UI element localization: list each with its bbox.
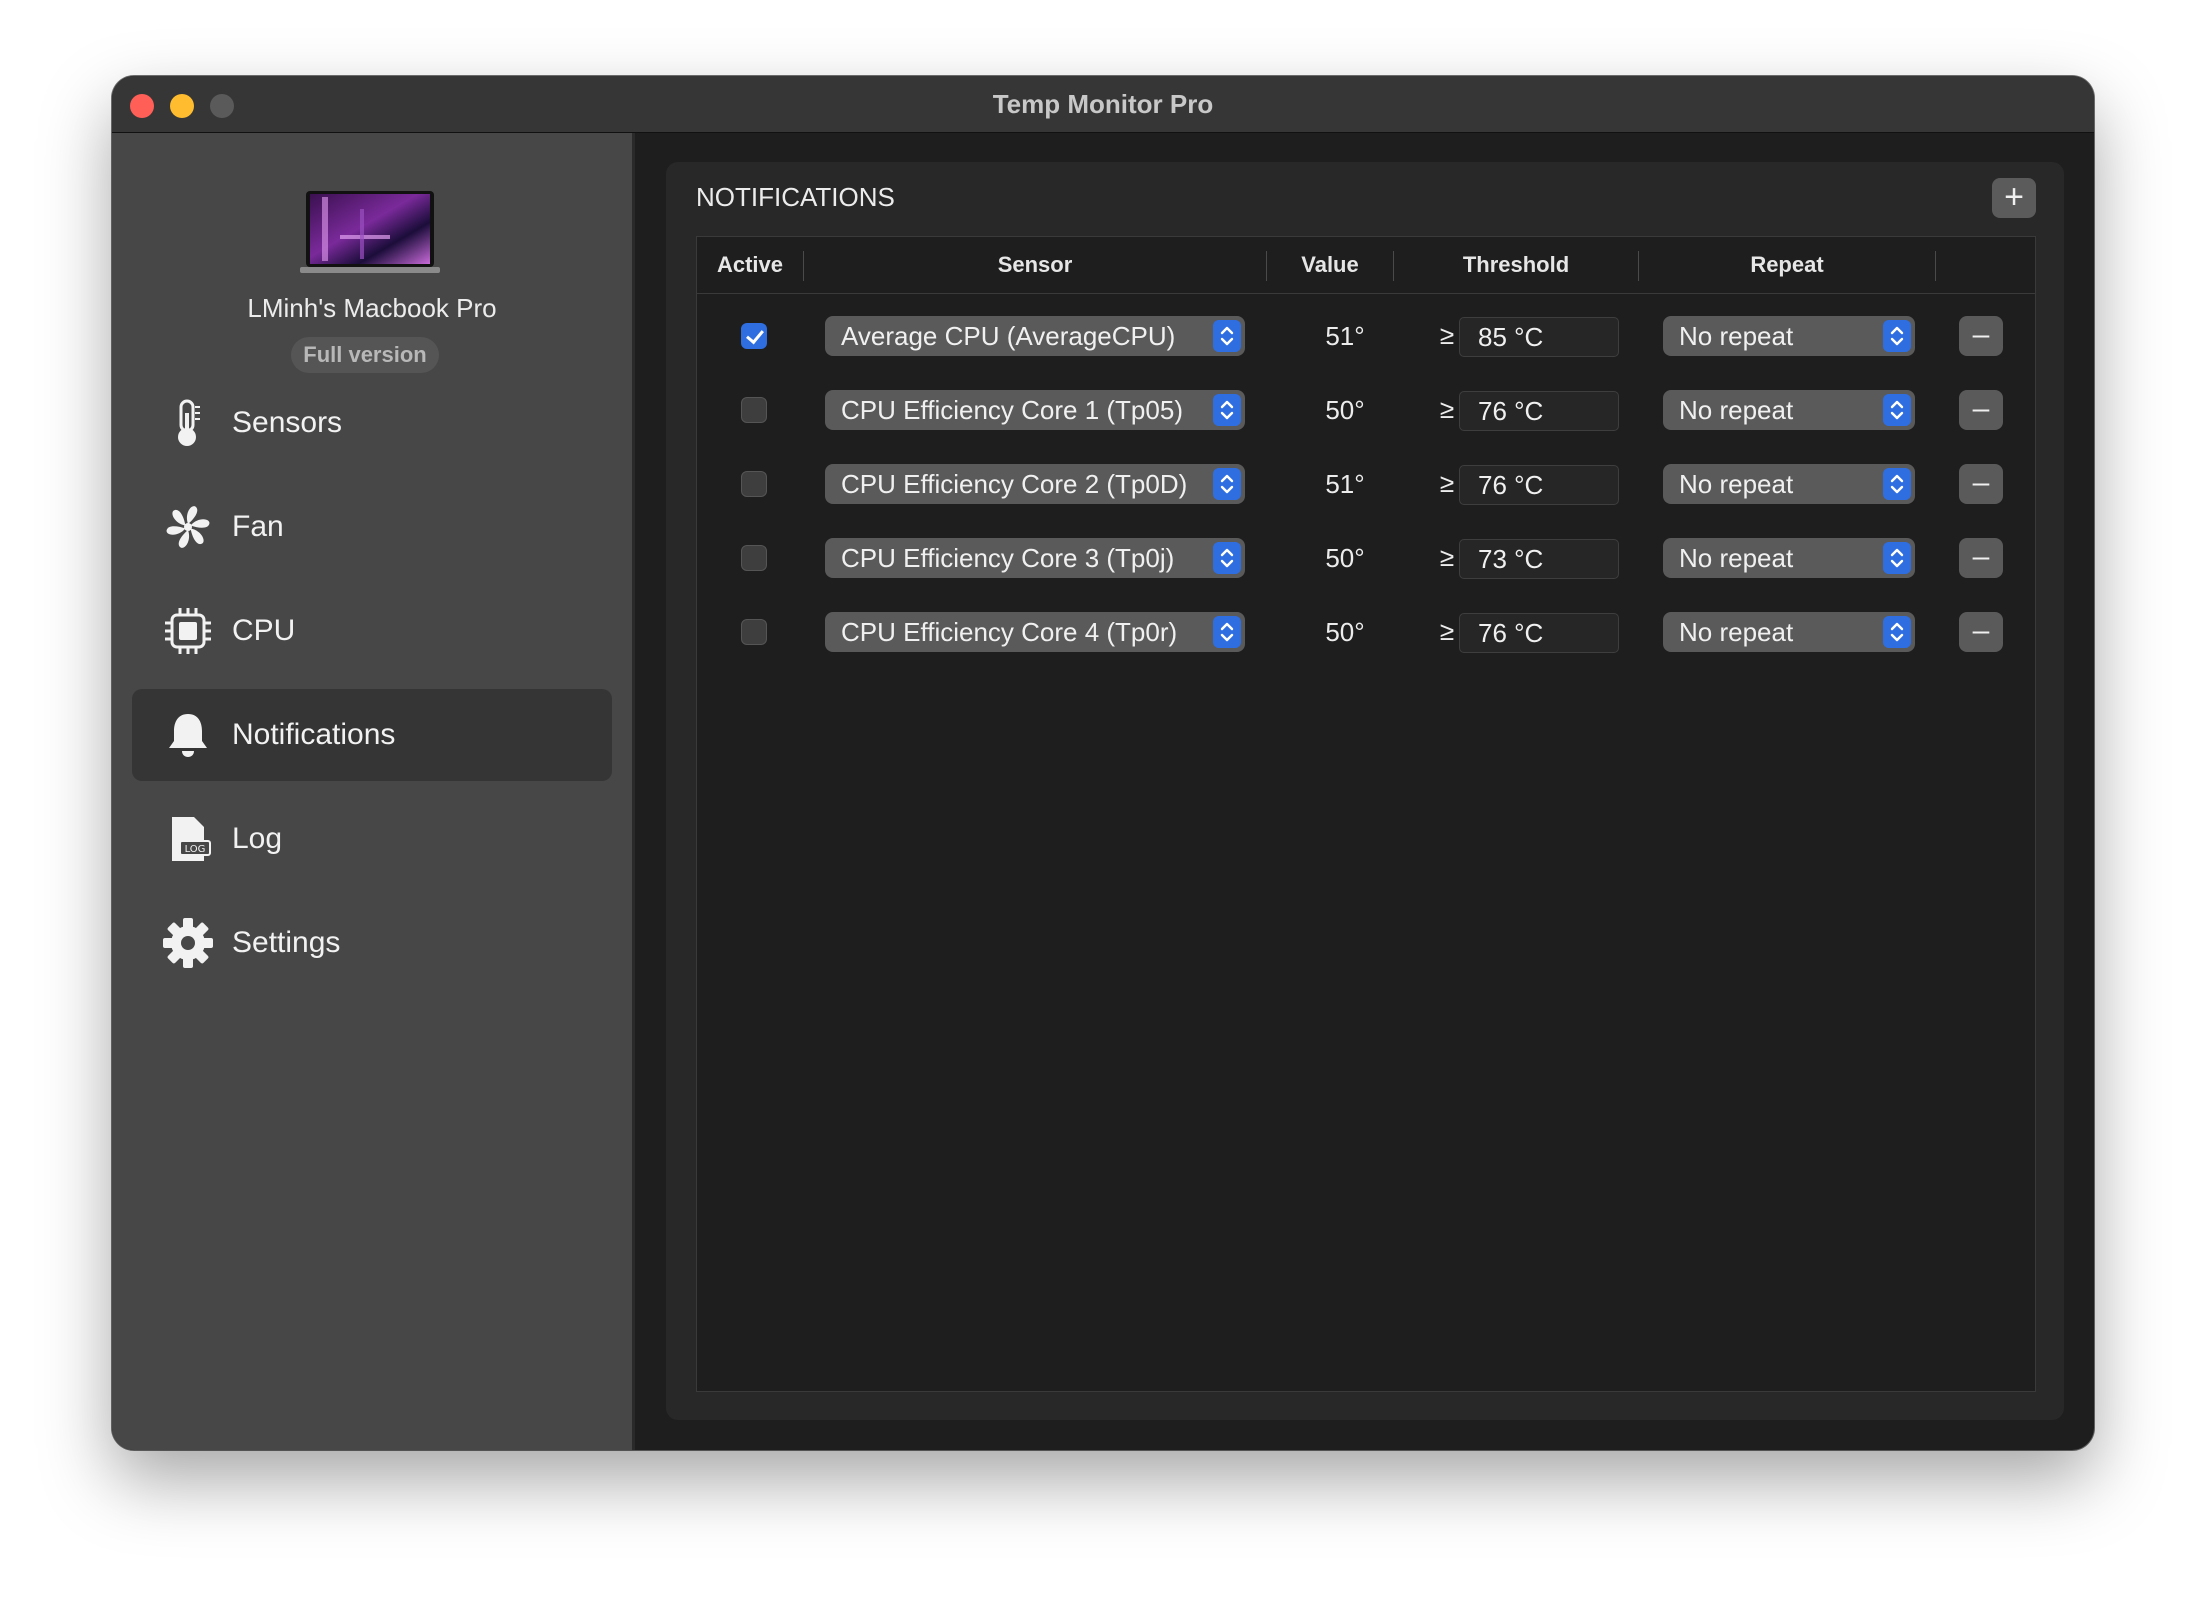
sidebar: LMinh's Macbook Pro Full version Sensors [112,133,635,1450]
sidebar-item-label: Log [232,822,283,855]
column-separator [1935,251,1936,281]
table-row: CPU Efficiency Core 3 (Tp0j) 50° ≥ 73 °C… [697,521,2035,595]
repeat-dropdown-value: No repeat [1679,543,1794,573]
table-row: CPU Efficiency Core 2 (Tp0D) 51° ≥ 76 °C… [697,447,2035,521]
sidebar-item-notifications[interactable]: Notifications [132,689,612,781]
chevron-up-down-icon [1213,394,1241,426]
sidebar-item-sensors[interactable]: Sensors [132,377,612,469]
remove-notification-button[interactable]: – [1959,316,2003,356]
gear-icon [163,918,213,968]
device-name: LMinh's Macbook Pro [247,293,497,323]
macbook-icon [300,191,440,273]
sidebar-item-label: Notifications [232,718,396,751]
repeat-dropdown-value: No repeat [1679,321,1794,351]
sensor-dropdown[interactable]: CPU Efficiency Core 1 (Tp05) [825,390,1245,430]
sensor-dropdown-value: CPU Efficiency Core 3 (Tp0j) [841,543,1175,573]
remove-notification-button[interactable]: – [1959,464,2003,504]
current-value: 50° [1325,543,1365,573]
active-checkbox[interactable] [741,545,767,571]
threshold-input[interactable]: 76 °C [1459,391,1619,431]
column-header-threshold[interactable]: Threshold [1394,237,1638,293]
sensor-dropdown-value: CPU Efficiency Core 4 (Tp0r) [841,617,1178,647]
chevron-up-down-icon [1213,542,1241,574]
log-file-icon: LOG [172,817,211,861]
current-value: 50° [1325,617,1365,647]
remove-notification-button[interactable]: – [1959,390,2003,430]
sidebar-item-label: Sensors [232,406,343,439]
current-value: 51° [1325,321,1365,351]
table-row: Average CPU (AverageCPU) 51° ≥ 85 °C No … [697,299,2035,373]
active-checkbox[interactable] [741,397,767,423]
sensor-dropdown-value: CPU Efficiency Core 2 (Tp0D) [841,469,1188,499]
chevron-up-down-icon [1213,320,1241,352]
repeat-dropdown[interactable]: No repeat [1663,390,1915,430]
repeat-dropdown[interactable]: No repeat [1663,612,1915,652]
notifications-panel: NOTIFICATIONS + Active Sensor Value Thre… [666,162,2064,1420]
active-checkbox[interactable] [741,323,767,349]
threshold-input[interactable]: 76 °C [1459,465,1619,505]
add-notification-button[interactable]: + [1992,178,2036,218]
sidebar-item-cpu[interactable]: CPU [132,585,612,677]
active-checkbox[interactable] [741,471,767,497]
cpu-icon [165,608,211,654]
notifications-table: Active Sensor Value Threshold Repeat Ave… [696,236,2036,1392]
remove-notification-button[interactable]: – [1959,538,2003,578]
repeat-dropdown-value: No repeat [1679,469,1794,499]
window-title: Temp Monitor Pro [992,89,1214,119]
app-window: Temp Monitor Pro LMinh's Macbook Pro Ful… [112,76,2094,1450]
sensor-dropdown[interactable]: CPU Efficiency Core 3 (Tp0j) [825,538,1245,578]
column-header-value[interactable]: Value [1267,237,1393,293]
repeat-dropdown-value: No repeat [1679,617,1794,647]
fan-icon [166,506,210,548]
chevron-up-down-icon [1883,320,1911,352]
version-badge: Full version [291,337,439,373]
chevron-up-down-icon [1213,468,1241,500]
column-header-repeat[interactable]: Repeat [1639,237,1935,293]
svg-text:LOG: LOG [185,844,206,855]
column-header-sensor[interactable]: Sensor [804,237,1266,293]
repeat-dropdown[interactable]: No repeat [1663,316,1915,356]
title-bar: Temp Monitor Pro [112,76,2094,133]
threshold-input[interactable]: 73 °C [1459,539,1619,579]
sidebar-item-label: Settings [232,926,341,959]
sidebar-item-settings[interactable]: Settings [132,897,612,989]
chevron-up-down-icon [1213,616,1241,648]
sensor-dropdown[interactable]: Average CPU (AverageCPU) [825,316,1245,356]
sidebar-item-label: Fan [232,510,284,543]
bell-icon [169,714,207,757]
chevron-up-down-icon [1883,468,1911,500]
table-row: CPU Efficiency Core 1 (Tp05) 50° ≥ 76 °C… [697,373,2035,447]
sensor-dropdown-value: CPU Efficiency Core 1 (Tp05) [841,395,1183,425]
chevron-up-down-icon [1883,542,1911,574]
sensor-dropdown[interactable]: CPU Efficiency Core 4 (Tp0r) [825,612,1245,652]
chevron-up-down-icon [1883,616,1911,648]
repeat-dropdown[interactable]: No repeat [1663,464,1915,504]
sidebar-item-fan[interactable]: Fan [132,481,612,573]
chevron-up-down-icon [1883,394,1911,426]
thermometer-icon [178,399,200,446]
active-checkbox[interactable] [741,619,767,645]
section-title: NOTIFICATIONS [696,182,895,212]
current-value: 50° [1325,395,1365,425]
remove-notification-button[interactable]: – [1959,612,2003,652]
sidebar-item-log[interactable]: LOG Log [132,793,612,885]
sensor-dropdown-value: Average CPU (AverageCPU) [841,321,1176,351]
table-row: CPU Efficiency Core 4 (Tp0r) 50° ≥ 76 °C… [697,595,2035,669]
repeat-dropdown-value: No repeat [1679,395,1794,425]
repeat-dropdown[interactable]: No repeat [1663,538,1915,578]
sensor-dropdown[interactable]: CPU Efficiency Core 2 (Tp0D) [825,464,1245,504]
current-value: 51° [1325,469,1365,499]
table-header: Active Sensor Value Threshold Repeat [697,237,2035,294]
sidebar-item-label: CPU [232,614,296,647]
column-header-active[interactable]: Active [697,237,803,293]
threshold-input[interactable]: 76 °C [1459,613,1619,653]
threshold-input[interactable]: 85 °C [1459,317,1619,357]
